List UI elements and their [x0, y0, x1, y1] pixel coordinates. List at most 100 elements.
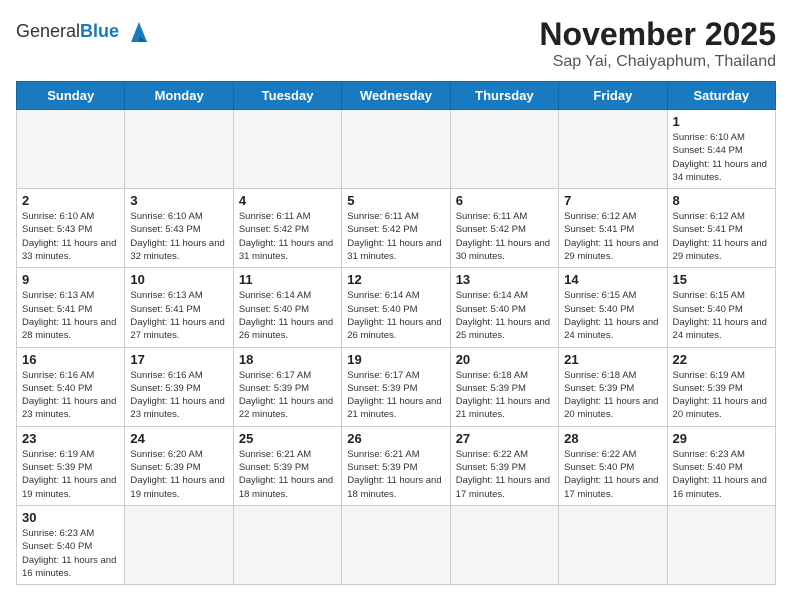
day-info: Sunrise: 6:11 AMSunset: 5:42 PMDaylight:… — [239, 210, 336, 263]
day-number: 18 — [239, 352, 336, 367]
calendar-header: SundayMondayTuesdayWednesdayThursdayFrid… — [17, 82, 776, 110]
calendar-day: 4 Sunrise: 6:11 AMSunset: 5:42 PMDaylight… — [233, 189, 341, 268]
day-info: Sunrise: 6:10 AMSunset: 5:44 PMDaylight:… — [673, 131, 770, 184]
calendar-day: 7 Sunrise: 6:12 AMSunset: 5:41 PMDaylight… — [559, 189, 667, 268]
weekday-header-monday: Monday — [125, 82, 233, 110]
day-info: Sunrise: 6:11 AMSunset: 5:42 PMDaylight:… — [347, 210, 444, 263]
calendar-day: 6 Sunrise: 6:11 AMSunset: 5:42 PMDaylight… — [450, 189, 558, 268]
calendar-day: 19Sunrise: 6:17 AMSunset: 5:39 PMDayligh… — [342, 347, 450, 426]
day-number: 19 — [347, 352, 444, 367]
day-info: Sunrise: 6:23 AMSunset: 5:40 PMDaylight:… — [673, 448, 770, 501]
calendar-week-6: 30 Sunrise: 6:23 AMSunset: 5:40 PMDayligh… — [17, 505, 776, 584]
day-info: Sunrise: 6:12 AMSunset: 5:41 PMDaylight:… — [673, 210, 770, 263]
day-info: Sunrise: 6:16 AMSunset: 5:39 PMDaylight:… — [130, 369, 227, 422]
calendar-day: 14 Sunrise: 6:15 AMSunset: 5:40 PMDayligh… — [559, 268, 667, 347]
day-info: Sunrise: 6:15 AMSunset: 5:40 PMDaylight:… — [673, 289, 770, 342]
day-info: Sunrise: 6:11 AMSunset: 5:42 PMDaylight:… — [456, 210, 553, 263]
calendar-day: 20 Sunrise: 6:18 AMSunset: 5:39 PMDayligh… — [450, 347, 558, 426]
day-number: 12 — [347, 272, 444, 287]
calendar-body: 1Sunrise: 6:10 AMSunset: 5:44 PMDaylight… — [17, 110, 776, 585]
calendar-day: 10 Sunrise: 6:13 AMSunset: 5:41 PMDayligh… — [125, 268, 233, 347]
day-number: 14 — [564, 272, 661, 287]
day-number: 13 — [456, 272, 553, 287]
day-info: Sunrise: 6:13 AMSunset: 5:41 PMDaylight:… — [22, 289, 119, 342]
calendar-day — [559, 505, 667, 584]
day-info: Sunrise: 6:15 AMSunset: 5:40 PMDaylight:… — [564, 289, 661, 342]
day-number: 22 — [673, 352, 770, 367]
calendar-week-2: 2 Sunrise: 6:10 AMSunset: 5:43 PMDaylight… — [17, 189, 776, 268]
day-info: Sunrise: 6:13 AMSunset: 5:41 PMDaylight:… — [130, 289, 227, 342]
day-number: 2 — [22, 193, 119, 208]
title-area: November 2025 Sap Yai, Chaiyaphum, Thail… — [539, 16, 776, 71]
calendar-day: 1Sunrise: 6:10 AMSunset: 5:44 PMDaylight… — [667, 110, 775, 189]
calendar-day — [450, 505, 558, 584]
day-info: Sunrise: 6:14 AMSunset: 5:40 PMDaylight:… — [347, 289, 444, 342]
day-number: 8 — [673, 193, 770, 208]
day-info: Sunrise: 6:18 AMSunset: 5:39 PMDaylight:… — [456, 369, 553, 422]
day-number: 10 — [130, 272, 227, 287]
day-info: Sunrise: 6:22 AMSunset: 5:40 PMDaylight:… — [564, 448, 661, 501]
calendar-day: 21 Sunrise: 6:18 AMSunset: 5:39 PMDayligh… — [559, 347, 667, 426]
day-info: Sunrise: 6:10 AMSunset: 5:43 PMDaylight:… — [22, 210, 119, 263]
day-info: Sunrise: 6:19 AMSunset: 5:39 PMDaylight:… — [673, 369, 770, 422]
calendar-day: 25Sunrise: 6:21 AMSunset: 5:39 PMDayligh… — [233, 426, 341, 505]
day-number: 28 — [564, 431, 661, 446]
calendar-day: 17 Sunrise: 6:16 AMSunset: 5:39 PMDayligh… — [125, 347, 233, 426]
day-info: Sunrise: 6:10 AMSunset: 5:43 PMDaylight:… — [130, 210, 227, 263]
day-number: 4 — [239, 193, 336, 208]
calendar-day — [559, 110, 667, 189]
calendar-day: 3 Sunrise: 6:10 AMSunset: 5:43 PMDaylight… — [125, 189, 233, 268]
day-number: 7 — [564, 193, 661, 208]
calendar-day: 11Sunrise: 6:14 AMSunset: 5:40 PMDayligh… — [233, 268, 341, 347]
calendar-day: 18Sunrise: 6:17 AMSunset: 5:39 PMDayligh… — [233, 347, 341, 426]
day-number: 3 — [130, 193, 227, 208]
calendar-day — [125, 110, 233, 189]
weekday-header-row: SundayMondayTuesdayWednesdayThursdayFrid… — [17, 82, 776, 110]
logo-general-text: General — [16, 21, 80, 41]
day-number: 30 — [22, 510, 119, 525]
day-number: 27 — [456, 431, 553, 446]
day-info: Sunrise: 6:21 AMSunset: 5:39 PMDaylight:… — [347, 448, 444, 501]
calendar-day: 24Sunrise: 6:20 AMSunset: 5:39 PMDayligh… — [125, 426, 233, 505]
day-number: 24 — [130, 431, 227, 446]
day-number: 17 — [130, 352, 227, 367]
calendar-day: 29 Sunrise: 6:23 AMSunset: 5:40 PMDayligh… — [667, 426, 775, 505]
day-number: 5 — [347, 193, 444, 208]
day-number: 6 — [456, 193, 553, 208]
day-info: Sunrise: 6:21 AMSunset: 5:39 PMDaylight:… — [239, 448, 336, 501]
calendar-day: 2 Sunrise: 6:10 AMSunset: 5:43 PMDaylight… — [17, 189, 125, 268]
calendar-day: 22 Sunrise: 6:19 AMSunset: 5:39 PMDayligh… — [667, 347, 775, 426]
day-number: 26 — [347, 431, 444, 446]
calendar-day — [667, 505, 775, 584]
weekday-header-wednesday: Wednesday — [342, 82, 450, 110]
calendar-day: 28 Sunrise: 6:22 AMSunset: 5:40 PMDayligh… — [559, 426, 667, 505]
calendar-day: 5 Sunrise: 6:11 AMSunset: 5:42 PMDaylight… — [342, 189, 450, 268]
day-info: Sunrise: 6:12 AMSunset: 5:41 PMDaylight:… — [564, 210, 661, 263]
day-info: Sunrise: 6:22 AMSunset: 5:39 PMDaylight:… — [456, 448, 553, 501]
logo-blue-text: Blue — [80, 21, 119, 41]
day-number: 20 — [456, 352, 553, 367]
logo-icon — [123, 16, 155, 48]
day-info: Sunrise: 6:23 AMSunset: 5:40 PMDaylight:… — [22, 527, 119, 580]
day-number: 29 — [673, 431, 770, 446]
calendar-day: 23Sunrise: 6:19 AMSunset: 5:39 PMDayligh… — [17, 426, 125, 505]
day-number: 16 — [22, 352, 119, 367]
calendar-day — [125, 505, 233, 584]
calendar-day — [233, 505, 341, 584]
day-number: 11 — [239, 272, 336, 287]
calendar-day: 9 Sunrise: 6:13 AMSunset: 5:41 PMDaylight… — [17, 268, 125, 347]
calendar-day: 15Sunrise: 6:15 AMSunset: 5:40 PMDayligh… — [667, 268, 775, 347]
month-title: November 2025 — [539, 16, 776, 53]
weekday-header-tuesday: Tuesday — [233, 82, 341, 110]
calendar-day — [450, 110, 558, 189]
day-number: 21 — [564, 352, 661, 367]
day-number: 9 — [22, 272, 119, 287]
day-number: 23 — [22, 431, 119, 446]
calendar-week-1: 1Sunrise: 6:10 AMSunset: 5:44 PMDaylight… — [17, 110, 776, 189]
weekday-header-friday: Friday — [559, 82, 667, 110]
day-info: Sunrise: 6:18 AMSunset: 5:39 PMDaylight:… — [564, 369, 661, 422]
weekday-header-sunday: Sunday — [17, 82, 125, 110]
calendar-day: 12 Sunrise: 6:14 AMSunset: 5:40 PMDayligh… — [342, 268, 450, 347]
calendar-day — [342, 110, 450, 189]
calendar-day — [17, 110, 125, 189]
